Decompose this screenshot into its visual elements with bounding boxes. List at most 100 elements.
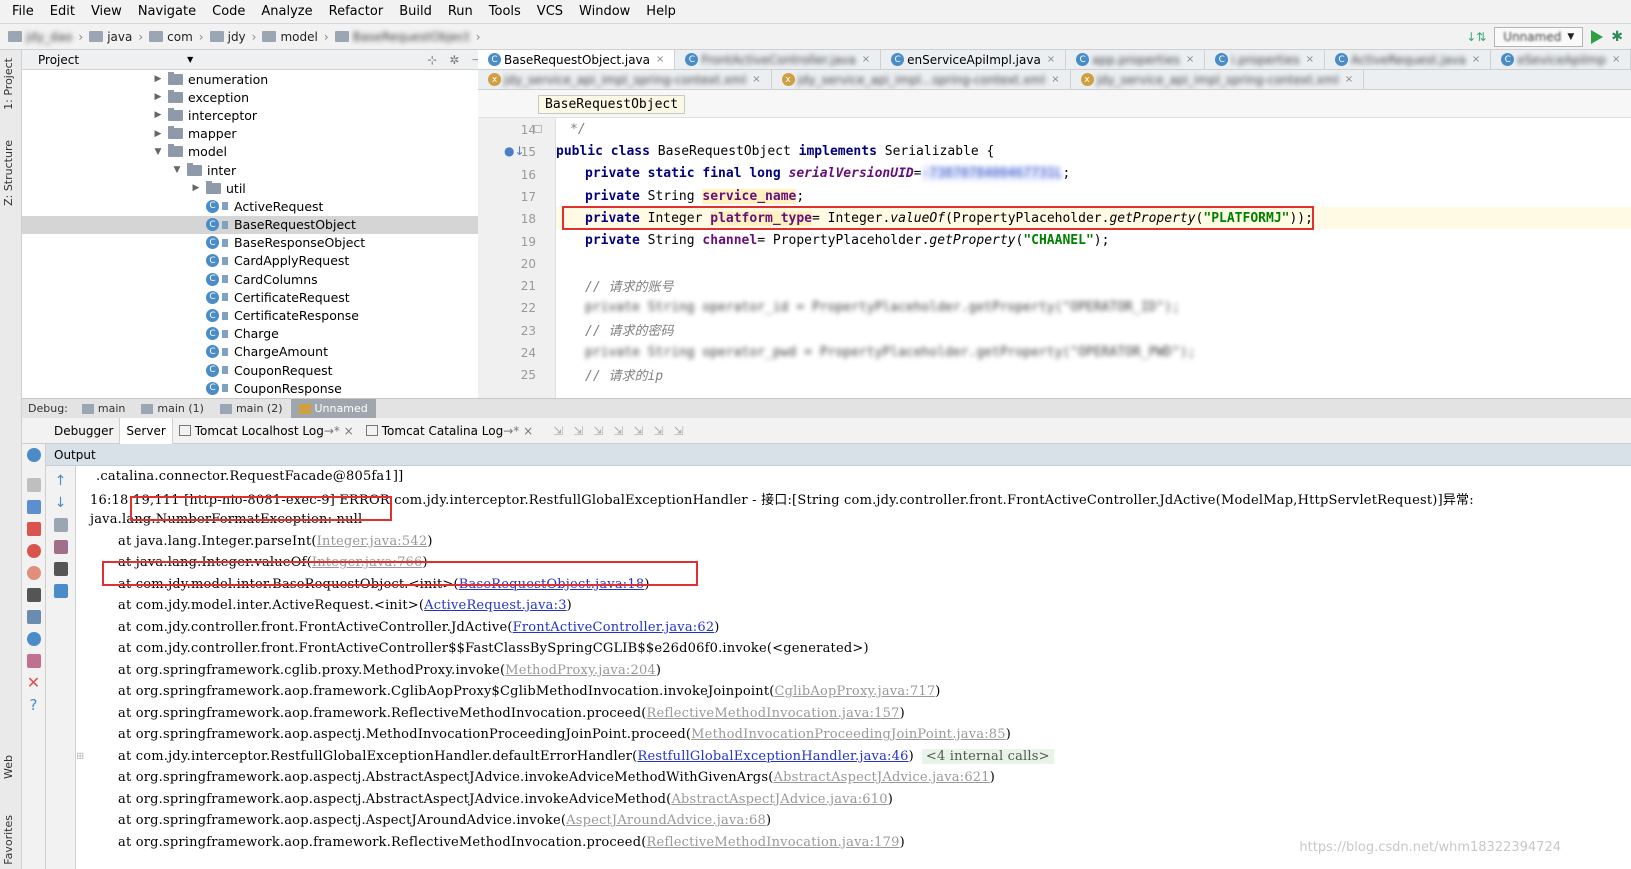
close-tab-icon[interactable]: →* × xyxy=(324,424,354,438)
close-tab-icon[interactable]: × xyxy=(1186,54,1194,65)
scroll-end-icon[interactable] xyxy=(53,540,68,554)
editor-tab[interactable]: x jdy_service_api_impl_spring-context.xml… xyxy=(478,70,772,89)
stacktrace-link[interactable]: MethodProxy.java:204 xyxy=(505,663,656,678)
structure-tool-tab[interactable]: Z: Structure xyxy=(2,140,15,206)
tree-class[interactable]: C Charge xyxy=(22,325,478,343)
layout-icon[interactable] xyxy=(26,610,41,624)
close-icon[interactable]: ✕ xyxy=(27,675,41,691)
editor-tab[interactable]: C BaseRequestObject.java × xyxy=(478,50,676,69)
tree-folder[interactable]: ▶ mapper xyxy=(22,125,478,143)
menu-help[interactable]: Help xyxy=(638,4,684,19)
stacktrace-link[interactable]: AbstractAspectJAdvice.java:610 xyxy=(671,792,887,807)
stacktrace-link[interactable]: ReflectiveMethodInvocation.java:157 xyxy=(646,706,899,721)
sort-icon[interactable]: ↓⇅ xyxy=(1466,30,1486,44)
expand-down-icon[interactable]: ▼ xyxy=(152,147,164,157)
menu-file[interactable]: File xyxy=(4,4,42,19)
clear-all-icon[interactable] xyxy=(53,584,68,598)
menu-tools[interactable]: Tools xyxy=(481,4,529,19)
nav-crumb[interactable]: java › xyxy=(89,30,143,44)
debug-session-tab[interactable]: main xyxy=(74,399,133,419)
stacktrace-link[interactable]: AbstractAspectJAdvice.java:621 xyxy=(773,770,989,785)
settings-icon[interactable] xyxy=(26,632,41,646)
close-tab-icon[interactable]: →* × xyxy=(503,424,533,438)
close-tab-icon[interactable]: × xyxy=(752,74,760,85)
menu-navigate[interactable]: Navigate xyxy=(130,4,204,19)
tree-class[interactable]: C BaseRequestObject xyxy=(22,215,478,234)
debug-session-tab[interactable]: main (1) xyxy=(133,399,212,419)
stacktrace-link[interactable]: RestfullGlobalExceptionHandler.java:46 xyxy=(637,749,908,764)
dropdown-icon[interactable]: ▼ xyxy=(187,55,193,64)
down-arrow-icon[interactable]: ↓ xyxy=(54,496,68,510)
tree-class[interactable]: C ActiveRequest xyxy=(22,197,478,215)
debug-icon[interactable]: ✱ xyxy=(1611,29,1623,45)
nav-crumb[interactable]: com › xyxy=(149,30,204,44)
stacktrace-link[interactable]: MethodInvocationProceedingJoinPoint.java… xyxy=(691,727,1006,742)
editor-tab[interactable]: CenServiceApiImpl.java × xyxy=(881,50,1067,69)
debug-tab[interactable]: Tomcat Catalina Log →* × xyxy=(360,418,539,444)
up-arrow-icon[interactable]: ↑ xyxy=(54,474,68,488)
tree-class[interactable]: C BaseResponseObject xyxy=(22,234,478,252)
editor-tab[interactable]: CeSeviceApiImp × xyxy=(1491,50,1631,69)
web-tool-tab[interactable]: Web xyxy=(2,755,15,779)
fold-icon[interactable] xyxy=(534,125,542,133)
close-tab-icon[interactable]: × xyxy=(1051,74,1059,85)
help-icon[interactable]: ? xyxy=(27,698,41,713)
close-tab-icon[interactable]: × xyxy=(1472,54,1480,65)
run-cursor-icon[interactable]: ⇲ xyxy=(653,424,663,438)
tree-class[interactable]: C CouponResponse xyxy=(22,379,478,397)
debug-tab[interactable]: Server xyxy=(119,417,173,444)
evaluate-icon[interactable]: ⇲ xyxy=(674,424,684,438)
collapse-icon[interactable]: ⊹ xyxy=(427,53,437,67)
stop-icon[interactable] xyxy=(26,522,41,536)
breakpoints-icon[interactable] xyxy=(26,544,41,558)
tree-class[interactable]: C CouponRequest xyxy=(22,361,478,379)
code-editor[interactable]: */ public class BaseRequestObject implem… xyxy=(556,118,1631,398)
tree-class[interactable]: C CertificateRequest xyxy=(22,288,478,306)
stacktrace-link[interactable]: ReflectiveMethodInvocation.java:179 xyxy=(646,835,899,850)
force-step-icon[interactable]: ⇲ xyxy=(593,424,603,438)
close-tab-icon[interactable]: × xyxy=(1047,54,1055,65)
mute-breakpoints-icon[interactable] xyxy=(26,566,41,580)
tree-class[interactable]: C ChargeAmount xyxy=(22,343,478,361)
tree-folder[interactable]: ▼ model xyxy=(22,143,478,161)
tree-folder[interactable]: ▶ util xyxy=(22,179,478,197)
editor-tab[interactable]: x jdy_service_api_impl...spring-context.x… xyxy=(772,70,1071,89)
gear-icon[interactable]: ✲ xyxy=(449,53,459,67)
project-tool-tab[interactable]: 1: Project xyxy=(2,58,15,110)
run-config-select[interactable]: Unnamed ▼ xyxy=(1494,27,1584,47)
expand-right-icon[interactable]: ▶ xyxy=(152,110,164,120)
resume-icon[interactable] xyxy=(26,478,41,492)
tree-class[interactable]: C CardApplyRequest xyxy=(22,252,478,270)
run-icon[interactable] xyxy=(1591,30,1604,44)
expand-right-icon[interactable]: ▶ xyxy=(152,92,164,102)
menu-code[interactable]: Code xyxy=(204,4,253,19)
menu-run[interactable]: Run xyxy=(440,4,481,19)
pin-icon[interactable] xyxy=(26,654,41,668)
stacktrace-link[interactable]: FrontActiveController.java:62 xyxy=(513,620,715,635)
tree-folder[interactable]: ▶ exception xyxy=(22,88,478,106)
editor-tab[interactable]: Ci.properties × xyxy=(1205,50,1325,69)
update-icon[interactable] xyxy=(26,448,41,462)
editor-tab[interactable]: C FrontActiveController.java × xyxy=(675,50,882,69)
expand-icon[interactable]: ⊞ xyxy=(76,751,118,762)
implements-icon[interactable]: ●↓ xyxy=(504,144,525,158)
drop-frame-icon[interactable]: ⇲ xyxy=(633,424,643,438)
soft-wrap-icon[interactable] xyxy=(53,518,68,532)
expand-right-icon[interactable]: ▶ xyxy=(152,129,164,139)
favorites-tool-tab[interactable]: Favorites xyxy=(2,815,15,865)
editor-tab[interactable]: Capp.properties × xyxy=(1066,50,1206,69)
nav-crumb[interactable]: BaseRequestObject › xyxy=(334,30,481,44)
menu-view[interactable]: View xyxy=(83,4,130,19)
menu-analyze[interactable]: Analyze xyxy=(253,4,320,19)
project-panel-title[interactable]: Project xyxy=(38,53,79,67)
nav-crumb[interactable]: jdy › xyxy=(209,30,256,44)
expand-down-icon[interactable]: ▼ xyxy=(171,165,183,175)
menu-vcs[interactable]: VCS xyxy=(529,4,571,19)
stacktrace-link[interactable]: AspectJAroundAdvice.java:68 xyxy=(566,813,766,828)
debug-tab[interactable]: Tomcat Localhost Log →* × xyxy=(173,418,360,444)
nav-crumb[interactable]: model › xyxy=(262,30,329,44)
close-tab-icon[interactable]: × xyxy=(656,54,664,65)
close-tab-icon[interactable]: × xyxy=(1345,74,1353,85)
step-over-icon[interactable]: ⇲ xyxy=(553,424,563,438)
menu-window[interactable]: Window xyxy=(571,4,638,19)
